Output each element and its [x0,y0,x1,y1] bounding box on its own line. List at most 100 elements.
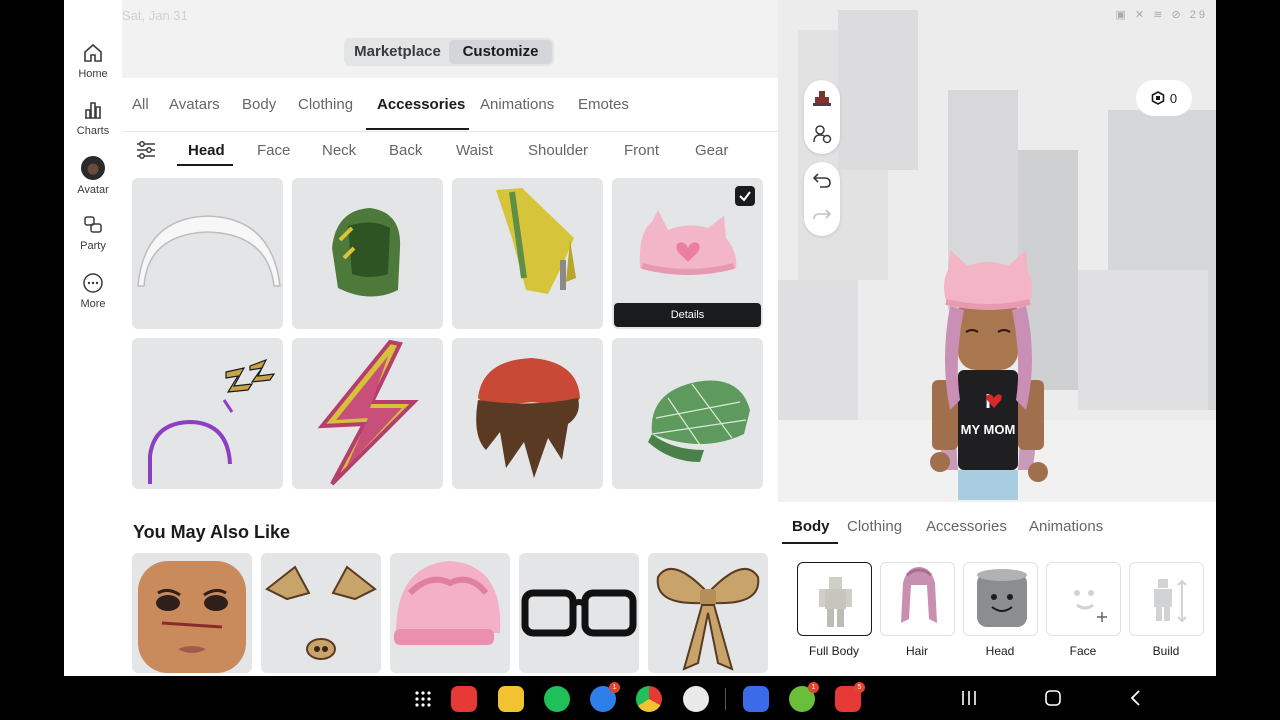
details-button[interactable]: Details [614,303,761,327]
rail-more[interactable]: More [64,272,122,310]
marketplace-tab[interactable]: Marketplace [346,40,449,64]
body-tab-clothing[interactable]: Clothing [847,518,902,535]
item-tile-brown-hair-red-beanie[interactable] [452,338,603,489]
rail-charts-label: Charts [76,125,110,137]
ring-app-icon[interactable]: 1 [789,682,819,712]
party-icon [84,216,102,233]
item-tile-yellow-wing-helmet[interactable] [452,178,603,329]
avatar-settings-button[interactable] [804,116,840,152]
rail-more-label: More [80,298,106,310]
ymal-item-face-makeup[interactable] [132,553,252,673]
rail-avatar[interactable]: Avatar [64,156,122,196]
back-nav-icon[interactable] [1128,689,1144,707]
recents-icon[interactable] [960,690,978,706]
status-date: Sat, Jan 31 [122,8,188,23]
tool-group-history [804,162,840,236]
shirt-text-mymom: MY MOM [961,422,1016,437]
filter-icon[interactable] [136,141,156,159]
yellow-helmet-image [496,188,576,294]
messages-app-icon[interactable]: 1 [590,682,620,712]
youtube-app-icon[interactable]: 5 [835,682,865,712]
avatar-thumb-icon [813,91,831,106]
ymal-item-leopard-ears-nose[interactable] [261,553,381,673]
black-glasses-image [521,589,637,637]
chrome-app-icon[interactable] [636,686,662,712]
ymal-item-pink-beanie[interactable] [390,553,510,673]
item-tile-pink-cat-beanie[interactable]: Details [612,178,763,329]
nav-rail: Home Charts Avatar Party More [64,0,122,676]
subtab-head[interactable]: Head [188,142,225,159]
body-item-hair[interactable] [880,562,955,636]
body-item-face[interactable] [1046,562,1121,636]
body-tab-body[interactable]: Body [792,518,830,535]
full-body-icon [819,577,852,627]
item-tile-green-plaid-cap[interactable] [612,338,763,489]
body-tab-animations[interactable]: Animations [1029,518,1103,535]
rail-charts[interactable]: Charts [64,99,122,137]
body-label-full-body: Full Body [808,644,860,658]
category-tabs: All Avatars Body Clothing Accessories An… [122,78,778,132]
body-item-build[interactable] [1129,562,1204,636]
phone-app-icon[interactable] [544,686,570,712]
body-tab-accessories[interactable]: Accessories [926,518,1007,535]
subtab-back[interactable]: Back [389,142,422,159]
body-label-face: Face [1069,644,1097,658]
customize-tab[interactable]: Customize [449,40,552,64]
status-icons: ▣ ✕ ≋ ⊘ 29 [1115,9,1208,21]
body-item-head[interactable] [963,562,1038,636]
camera-app-icon[interactable] [683,686,709,712]
subtab-neck[interactable]: Neck [322,142,356,159]
zzz-headband-image [148,358,276,484]
ymal-item-leopard-bow[interactable] [648,553,768,673]
tab-emotes[interactable]: Emotes [578,96,629,113]
body-label-head: Head [985,644,1015,658]
subtab-waist[interactable]: Waist [456,142,493,159]
catalog-panel: Sat, Jan 31 Marketplace Customize All Av… [122,0,778,676]
rail-party-label: Party [80,240,106,252]
item-tile-zzz-headband[interactable] [132,338,283,489]
messages-badge: 1 [609,682,620,693]
subtab-face[interactable]: Face [257,142,290,159]
tab-clothing[interactable]: Clothing [298,96,353,113]
undo-icon [812,173,831,188]
rail-home[interactable]: Home [64,42,122,80]
robux-balance[interactable]: 0 [1136,80,1192,116]
category-underline [366,128,469,130]
subtab-gear[interactable]: Gear [695,142,728,159]
selected-check-icon [735,186,755,206]
avatar-thumb-button[interactable] [804,80,840,116]
tab-accessories[interactable]: Accessories [377,96,465,113]
tab-avatars[interactable]: Avatars [169,96,220,113]
item-tile-green-hood[interactable] [292,178,443,329]
subtab-front[interactable]: Front [624,142,659,159]
undo-button[interactable] [804,162,840,198]
tab-all[interactable]: All [132,96,149,113]
avatar-preview: ▣ ✕ ≋ ⊘ 29 0 I MY MOM [778,0,1216,502]
ymal-item-black-glasses[interactable] [519,553,639,673]
body-label-hair: Hair [905,644,928,658]
build-icon [1154,579,1187,623]
subtab-shoulder[interactable]: Shoulder [528,142,588,159]
files-app-icon[interactable] [498,686,524,712]
tab-body[interactable]: Body [242,96,276,113]
home-nav-icon[interactable] [1044,689,1062,707]
roblox-app-icon[interactable] [743,686,769,712]
face-icon [1074,590,1107,622]
item-tile-white-headband[interactable] [132,178,283,329]
item-tile-lightning-bolt[interactable] [292,338,443,489]
home-icon [84,43,102,62]
body-item-full-body[interactable] [797,562,872,636]
lightning-bolt-image [317,339,419,486]
body-tab-underline [782,542,838,544]
app-window: Home Charts Avatar Party More Sat, Jan 3… [64,0,1216,676]
redo-button[interactable] [804,198,840,234]
battery-level: 29 [1189,9,1208,21]
hair-beanie-image [476,358,580,478]
tab-animations[interactable]: Animations [480,96,554,113]
green-hood-image [332,208,401,297]
ring-badge: 1 [808,682,819,693]
notes-app-icon[interactable] [451,686,477,712]
app-drawer-icon[interactable] [414,690,432,708]
rail-party[interactable]: Party [64,214,122,252]
robux-amount: 0 [1169,90,1178,106]
